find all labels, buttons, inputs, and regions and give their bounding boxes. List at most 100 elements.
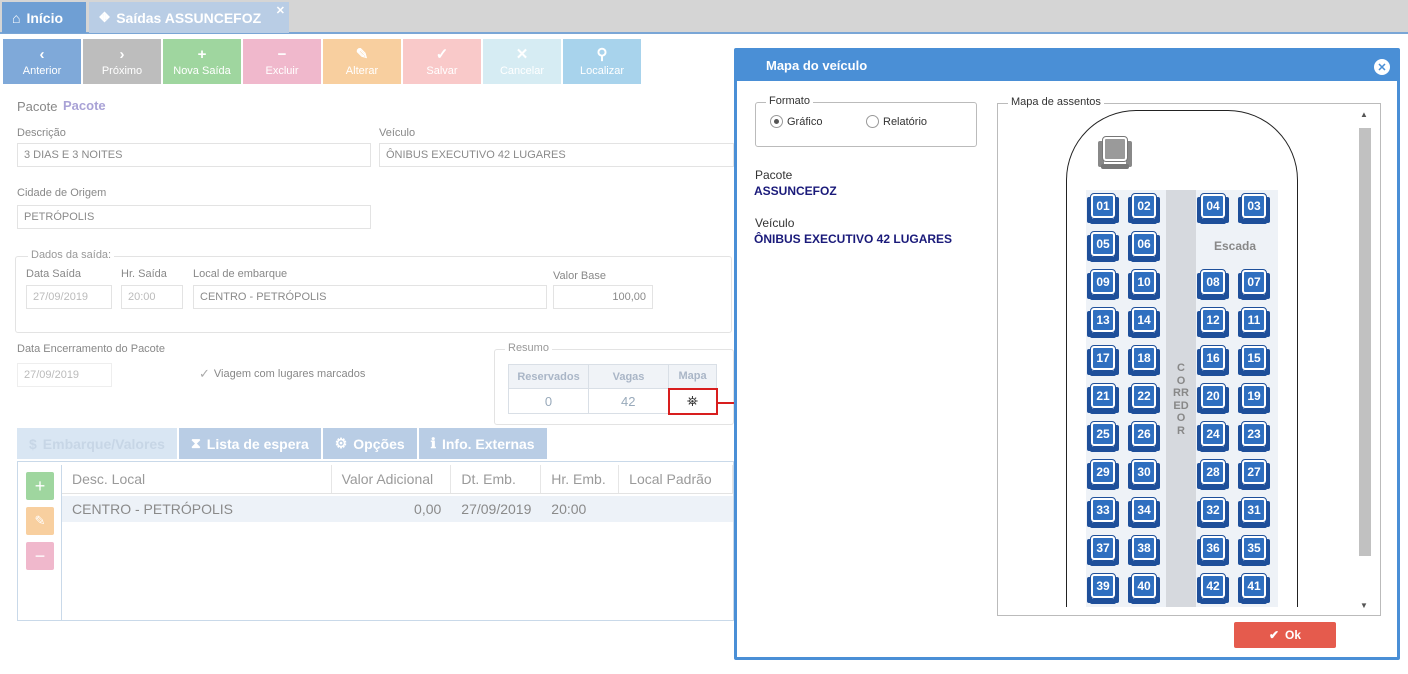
seat-40[interactable]: 40 bbox=[1128, 573, 1160, 604]
seat-35[interactable]: 35 bbox=[1238, 535, 1270, 566]
seat-25[interactable]: 25 bbox=[1087, 421, 1119, 452]
close-tab-icon[interactable]: ✕ bbox=[276, 4, 285, 17]
tab-info-externas[interactable]: ℹ Info. Externas bbox=[418, 428, 547, 459]
toolbar-label: Salvar bbox=[426, 64, 458, 77]
seat-12[interactable]: 12 bbox=[1197, 307, 1229, 338]
scroll-down-icon[interactable]: ▼ bbox=[1360, 601, 1368, 610]
toolbar-button-excluir[interactable]: − Excluir bbox=[243, 39, 321, 84]
seat-34[interactable]: 34 bbox=[1128, 497, 1160, 528]
seat-42[interactable]: 42 bbox=[1197, 573, 1229, 604]
seat-11[interactable]: 11 bbox=[1238, 307, 1270, 338]
add-button[interactable]: + bbox=[26, 472, 54, 500]
seat-31[interactable]: 31 bbox=[1238, 497, 1270, 528]
seat-number: 35 bbox=[1241, 535, 1267, 561]
descricao-label: Descrição bbox=[17, 127, 66, 139]
seat-08[interactable]: 08 bbox=[1197, 269, 1229, 300]
tab-saidas-label: Saídas ASSUNCEFOZ bbox=[116, 9, 262, 26]
toolbar-button-salvar[interactable]: ✓ Salvar bbox=[403, 39, 481, 84]
tab-saidas[interactable]: ⛖ Saídas ASSUNCEFOZ ✕ bbox=[89, 2, 289, 33]
encerramento-field[interactable]: 27/09/2019 bbox=[17, 363, 112, 387]
seat-38[interactable]: 38 bbox=[1128, 535, 1160, 566]
valor-base-field[interactable]: 100,00 bbox=[553, 285, 653, 309]
seat-16[interactable]: 16 bbox=[1197, 345, 1229, 376]
ok-button[interactable]: ✔ Ok bbox=[1234, 622, 1336, 648]
toolbar-label: Localizar bbox=[579, 64, 625, 77]
seat-07[interactable]: 07 bbox=[1238, 269, 1270, 300]
scrollbar-thumb[interactable] bbox=[1359, 128, 1371, 556]
seat-22[interactable]: 22 bbox=[1128, 383, 1160, 414]
toolbar-button-localizar[interactable]: ⚲ Localizar bbox=[563, 39, 641, 84]
seat-10[interactable]: 10 bbox=[1128, 269, 1160, 300]
table-row[interactable]: CENTRO - PETRÓPOLIS 0,00 27/09/2019 20:00 bbox=[62, 496, 733, 522]
remove-button[interactable]: − bbox=[26, 542, 54, 570]
seat-19[interactable]: 19 bbox=[1238, 383, 1270, 414]
seat-20[interactable]: 20 bbox=[1197, 383, 1229, 414]
local-embarque-field[interactable]: CENTRO - PETRÓPOLIS bbox=[193, 285, 547, 309]
seat-04[interactable]: 04 bbox=[1197, 193, 1229, 224]
column-header[interactable]: Hr. Emb. bbox=[541, 465, 620, 493]
seat-41[interactable]: 41 bbox=[1238, 573, 1270, 604]
seat-27[interactable]: 27 bbox=[1238, 459, 1270, 490]
scroll-up-icon[interactable]: ▲ bbox=[1360, 110, 1368, 119]
seat-26[interactable]: 26 bbox=[1128, 421, 1160, 452]
toolbar-button-pr-ximo[interactable]: › Próximo bbox=[83, 39, 161, 84]
seat-number: 19 bbox=[1241, 383, 1267, 409]
scrollbar[interactable]: ▲ ▼ bbox=[1358, 110, 1372, 610]
seat-17[interactable]: 17 bbox=[1087, 345, 1119, 376]
column-header[interactable]: Desc. Local bbox=[62, 465, 332, 493]
seat-21[interactable]: 21 bbox=[1087, 383, 1119, 414]
seat-number: 28 bbox=[1200, 459, 1226, 485]
mapa-button[interactable]: ⛯ bbox=[667, 387, 718, 415]
seat-33[interactable]: 33 bbox=[1087, 497, 1119, 528]
seat-06[interactable]: 06 bbox=[1128, 231, 1160, 262]
edit-button[interactable]: ✎ bbox=[26, 507, 54, 535]
radio-relatorio[interactable]: Relatório bbox=[866, 115, 927, 128]
seat-14[interactable]: 14 bbox=[1128, 307, 1160, 338]
modal-body: Formato Gráfico Relatório Pacote ASSUNCE… bbox=[737, 81, 1397, 657]
column-header[interactable]: Valor Adicional bbox=[332, 465, 452, 493]
seat-number: 34 bbox=[1131, 497, 1157, 523]
tab-inicio[interactable]: ⌂ Início bbox=[2, 2, 86, 33]
tab-op-es[interactable]: ⚙ Opções bbox=[322, 428, 417, 459]
column-header[interactable]: Local Padrão bbox=[619, 465, 734, 493]
tab-lista-de-espera[interactable]: ⧗ Lista de espera bbox=[178, 428, 321, 459]
toolbar-icon: − bbox=[277, 45, 287, 63]
descricao-field[interactable]: 3 DIAS E 3 NOITES bbox=[17, 143, 371, 167]
seat-37[interactable]: 37 bbox=[1087, 535, 1119, 566]
hr-saida-field[interactable]: 20:00 bbox=[121, 285, 183, 309]
seat-number: 37 bbox=[1090, 535, 1116, 561]
seat-05[interactable]: 05 bbox=[1087, 231, 1119, 262]
toolbar-button-anterior[interactable]: ‹ Anterior bbox=[3, 39, 81, 84]
seat-13[interactable]: 13 bbox=[1087, 307, 1119, 338]
seat-18[interactable]: 18 bbox=[1128, 345, 1160, 376]
data-saida-field[interactable]: 27/09/2019 bbox=[26, 285, 112, 309]
cidade-origem-field[interactable]: PETRÓPOLIS bbox=[17, 205, 371, 229]
seat-23[interactable]: 23 bbox=[1238, 421, 1270, 452]
seat-number: 01 bbox=[1090, 193, 1116, 219]
seat-30[interactable]: 30 bbox=[1128, 459, 1160, 490]
seat-29[interactable]: 29 bbox=[1087, 459, 1119, 490]
seat-09[interactable]: 09 bbox=[1087, 269, 1119, 300]
seat-number: 07 bbox=[1241, 269, 1267, 295]
veiculo-field[interactable]: ÔNIBUS EXECUTIVO 42 LUGARES bbox=[379, 143, 734, 167]
seat-15[interactable]: 15 bbox=[1238, 345, 1270, 376]
toolbar-button-nova-sa-da[interactable]: + Nova Saída bbox=[163, 39, 241, 84]
seat-36[interactable]: 36 bbox=[1197, 535, 1229, 566]
seat-number: 36 bbox=[1200, 535, 1226, 561]
tab-label: Info. Externas bbox=[441, 435, 535, 452]
column-header[interactable]: Dt. Emb. bbox=[451, 465, 542, 493]
tab-embarque-valores[interactable]: $ Embarque/Valores bbox=[17, 428, 177, 459]
local-embarque-label: Local de embarque bbox=[193, 268, 288, 280]
toolbar-button-cancelar[interactable]: ✕ Cancelar bbox=[483, 39, 561, 84]
toolbar-button-alterar[interactable]: ✎ Alterar bbox=[323, 39, 401, 84]
close-icon[interactable]: ✕ bbox=[1374, 59, 1390, 75]
seat-02[interactable]: 02 bbox=[1128, 193, 1160, 224]
seat-32[interactable]: 32 bbox=[1197, 497, 1229, 528]
seat-24[interactable]: 24 bbox=[1197, 421, 1229, 452]
seat-03[interactable]: 03 bbox=[1238, 193, 1270, 224]
seat-39[interactable]: 39 bbox=[1087, 573, 1119, 604]
seat-01[interactable]: 01 bbox=[1087, 193, 1119, 224]
seat-28[interactable]: 28 bbox=[1197, 459, 1229, 490]
radio-grafico[interactable]: Gráfico bbox=[770, 115, 822, 128]
viagem-checkbox-row[interactable]: ✓ Viagem com lugares marcados bbox=[199, 366, 365, 382]
